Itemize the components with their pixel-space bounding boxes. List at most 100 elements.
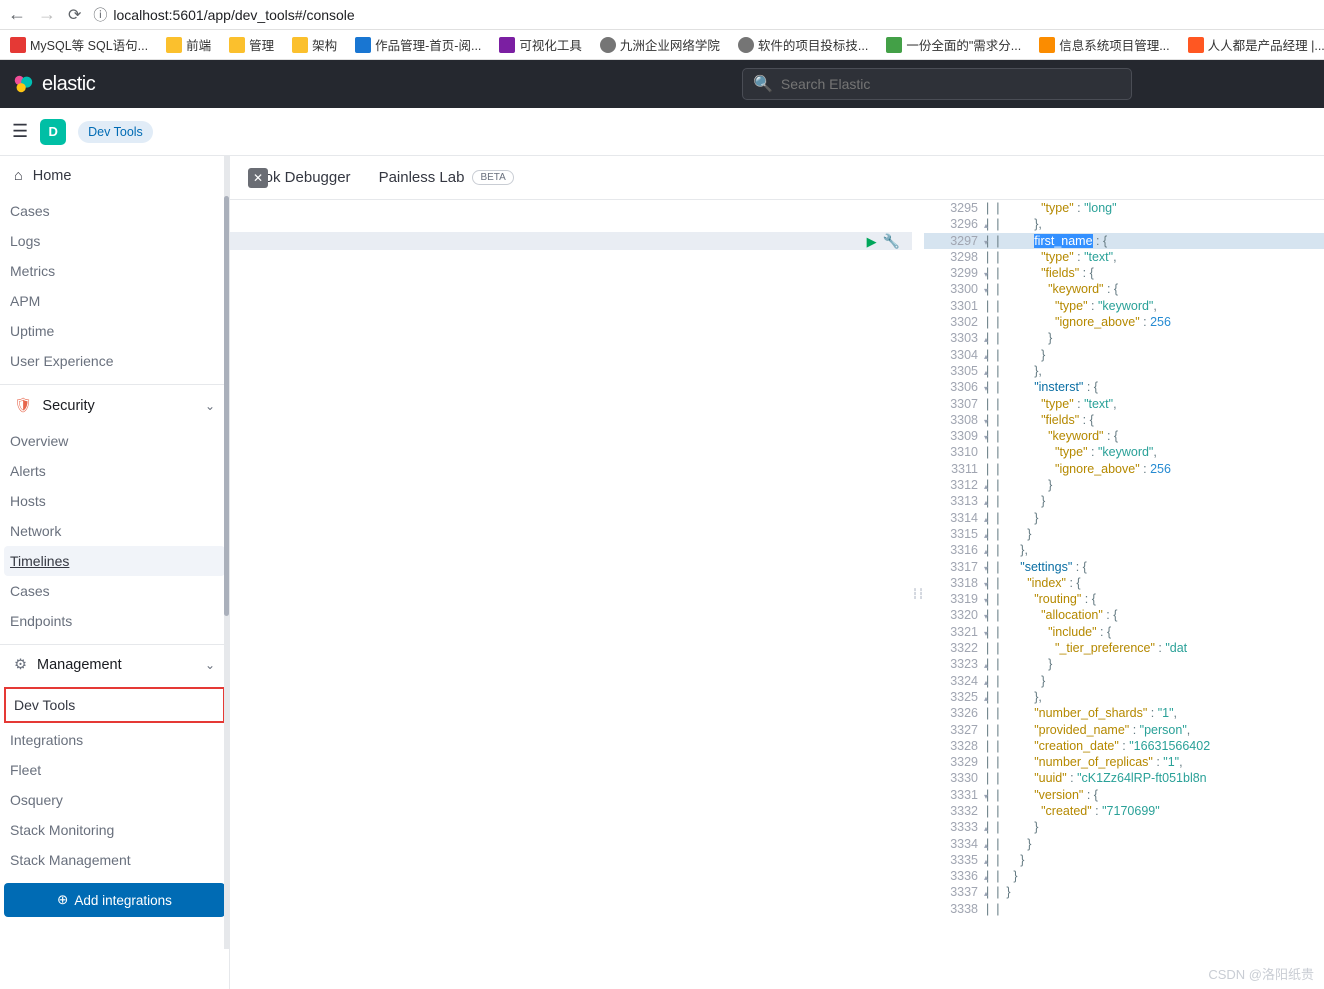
sidebar-item[interactable]: Timelines: [4, 546, 225, 576]
bookmark-item[interactable]: MySQL等 SQL语句...: [10, 35, 148, 54]
console-request-pane[interactable]: ▶ 🔧: [230, 200, 912, 989]
sidebar-item[interactable]: Alerts: [0, 456, 229, 486]
sidebar-item[interactable]: Logs: [0, 226, 229, 256]
code-line: 3308▾| | "fields" : {: [924, 412, 1324, 428]
bookmark-favicon: [600, 37, 616, 53]
code-line: 3323▴| | }: [924, 656, 1324, 672]
bookmark-item[interactable]: 软件的项目投标技...: [738, 35, 868, 54]
code-line: 3325▴| | },: [924, 689, 1324, 705]
code-line: 3313▴| | }: [924, 493, 1324, 509]
bookmark-favicon: [229, 37, 245, 53]
wrench-icon[interactable]: 🔧: [883, 233, 900, 250]
search-input[interactable]: [781, 76, 1121, 92]
sidebar-item[interactable]: Fleet: [0, 755, 229, 785]
code-line: 3303▴| | }: [924, 330, 1324, 346]
devtools-badge[interactable]: Dev Tools: [78, 121, 153, 143]
sidebar-item[interactable]: Cases: [0, 196, 229, 226]
bookmark-label: 架构: [312, 35, 337, 54]
sidebar-item[interactable]: Dev Tools: [4, 687, 225, 723]
code-line: 3302| | "ignore_above" : 256: [924, 314, 1324, 330]
sidebar-item[interactable]: Hosts: [0, 486, 229, 516]
pane-resizer[interactable]: ┆┆: [912, 200, 924, 989]
sidebar-item[interactable]: Uptime: [0, 316, 229, 346]
code-line: 3321▾| | "include" : {: [924, 624, 1324, 640]
sub-header: ☰ D Dev Tools: [0, 108, 1324, 156]
code-line: 3318▾| | "index" : {: [924, 575, 1324, 591]
code-line: 3299▾| | "fields" : {: [924, 265, 1324, 281]
sidebar-scrollbar[interactable]: [224, 156, 229, 949]
elastic-logo[interactable]: elastic: [12, 73, 95, 96]
bookmarks-bar: MySQL等 SQL语句... 前端管理 架构作品管理-首页-阅... 可视化工具 九洲…: [0, 30, 1324, 60]
menu-toggle[interactable]: ☰: [12, 121, 28, 142]
sidebar-item[interactable]: Osquery: [0, 785, 229, 815]
bookmark-favicon: [499, 37, 515, 53]
bookmark-item[interactable]: 九洲企业网络学院: [600, 35, 720, 54]
code-line: 3305▴| | },: [924, 363, 1324, 379]
bookmark-item[interactable]: 作品管理-首页-阅...: [355, 35, 481, 54]
code-line: 3329| | "number_of_replicas" : "1",: [924, 754, 1324, 770]
play-icon[interactable]: ▶: [867, 234, 877, 250]
tab-painless-lab[interactable]: Painless Lab BETA: [379, 169, 514, 186]
bookmark-item[interactable]: 人人都是产品经理 |...: [1188, 35, 1324, 54]
sidebar-item[interactable]: Endpoints: [0, 606, 229, 636]
bookmark-item[interactable]: 管理: [229, 35, 274, 54]
code-line: 3296▴| | },: [924, 216, 1324, 232]
sidebar-item[interactable]: Cases: [0, 576, 229, 606]
code-line: 3322| | "_tier_preference" : "dat: [924, 640, 1324, 656]
code-line: 3312▴| | }: [924, 477, 1324, 493]
forward-button[interactable]: →: [38, 4, 56, 25]
bookmark-label: 前端: [186, 35, 211, 54]
bookmark-label: 可视化工具: [519, 35, 582, 54]
code-line: 3326| | "number_of_shards" : "1",: [924, 705, 1324, 721]
bookmark-item[interactable]: 可视化工具: [499, 35, 582, 54]
chevron-down-icon: ⌄: [205, 658, 215, 672]
sidebar-item[interactable]: Metrics: [0, 256, 229, 286]
code-line: 3327| | "provided_name" : "person",: [924, 722, 1324, 738]
shield-icon: 🛡: [14, 397, 32, 414]
sidebar-item[interactable]: APM: [0, 286, 229, 316]
bookmark-favicon: [292, 37, 308, 53]
add-integrations-button[interactable]: ⊕ Add integrations: [4, 883, 225, 917]
request-line[interactable]: ▶ 🔧: [230, 232, 912, 250]
back-button[interactable]: ←: [8, 4, 26, 25]
sidebar-home[interactable]: ⌂ Home: [0, 156, 229, 196]
bookmark-item[interactable]: 信息系统项目管理...: [1039, 35, 1169, 54]
tab-grok-debugger[interactable]: ✕ Grok Debugger: [248, 168, 351, 188]
address-bar[interactable]: ⓘ localhost:5601/app/dev_tools#/console: [93, 5, 354, 25]
code-line: 3319▾| | "routing" : {: [924, 591, 1324, 607]
bookmark-item[interactable]: 前端: [166, 35, 211, 54]
close-icon[interactable]: ✕: [248, 168, 268, 188]
sidebar-item[interactable]: Network: [0, 516, 229, 546]
reload-button[interactable]: ⟳: [68, 5, 81, 25]
code-line: 3320▾| | "allocation" : {: [924, 607, 1324, 623]
code-line: 3331▾| | "version" : {: [924, 787, 1324, 803]
code-line: 3307| | "type" : "text",: [924, 396, 1324, 412]
bookmark-label: 人人都是产品经理 |...: [1208, 35, 1324, 54]
management-label: Management: [37, 657, 122, 673]
code-line: 3333▴| | }: [924, 819, 1324, 835]
home-icon: ⌂: [14, 168, 23, 184]
home-label: Home: [33, 168, 72, 184]
devtools-tabs: ✕ Grok Debugger Painless Lab BETA: [230, 156, 1324, 200]
sidebar-item[interactable]: User Experience: [0, 346, 229, 376]
sidebar-section-security[interactable]: 🛡Security ⌄: [0, 384, 229, 426]
bookmark-item[interactable]: 一份全面的"需求分...: [886, 35, 1021, 54]
sidebar-item[interactable]: Integrations: [0, 725, 229, 755]
bookmark-item[interactable]: 架构: [292, 35, 337, 54]
space-avatar[interactable]: D: [40, 119, 66, 145]
url-text: localhost:5601/app/dev_tools#/console: [113, 7, 354, 23]
global-search[interactable]: 🔍: [742, 68, 1132, 100]
sidebar-item[interactable]: Stack Management: [0, 845, 229, 875]
code-line: 3334▴| | }: [924, 836, 1324, 852]
code-line: 3315▴| | }: [924, 526, 1324, 542]
bookmark-favicon: [355, 37, 371, 53]
sidebar-section-management[interactable]: ⚙Management ⌄: [0, 644, 229, 685]
code-line: 3310| | "type" : "keyword",: [924, 444, 1324, 460]
sidebar-item[interactable]: Stack Monitoring: [0, 815, 229, 845]
elastic-header: elastic 🔍: [0, 60, 1324, 108]
code-line: 3297▾| | first_name : {: [924, 233, 1324, 249]
elastic-logo-icon: [12, 73, 34, 95]
sidebar-item[interactable]: Overview: [0, 426, 229, 456]
bookmark-label: 信息系统项目管理...: [1059, 35, 1169, 54]
bookmark-label: 九洲企业网络学院: [620, 35, 720, 54]
